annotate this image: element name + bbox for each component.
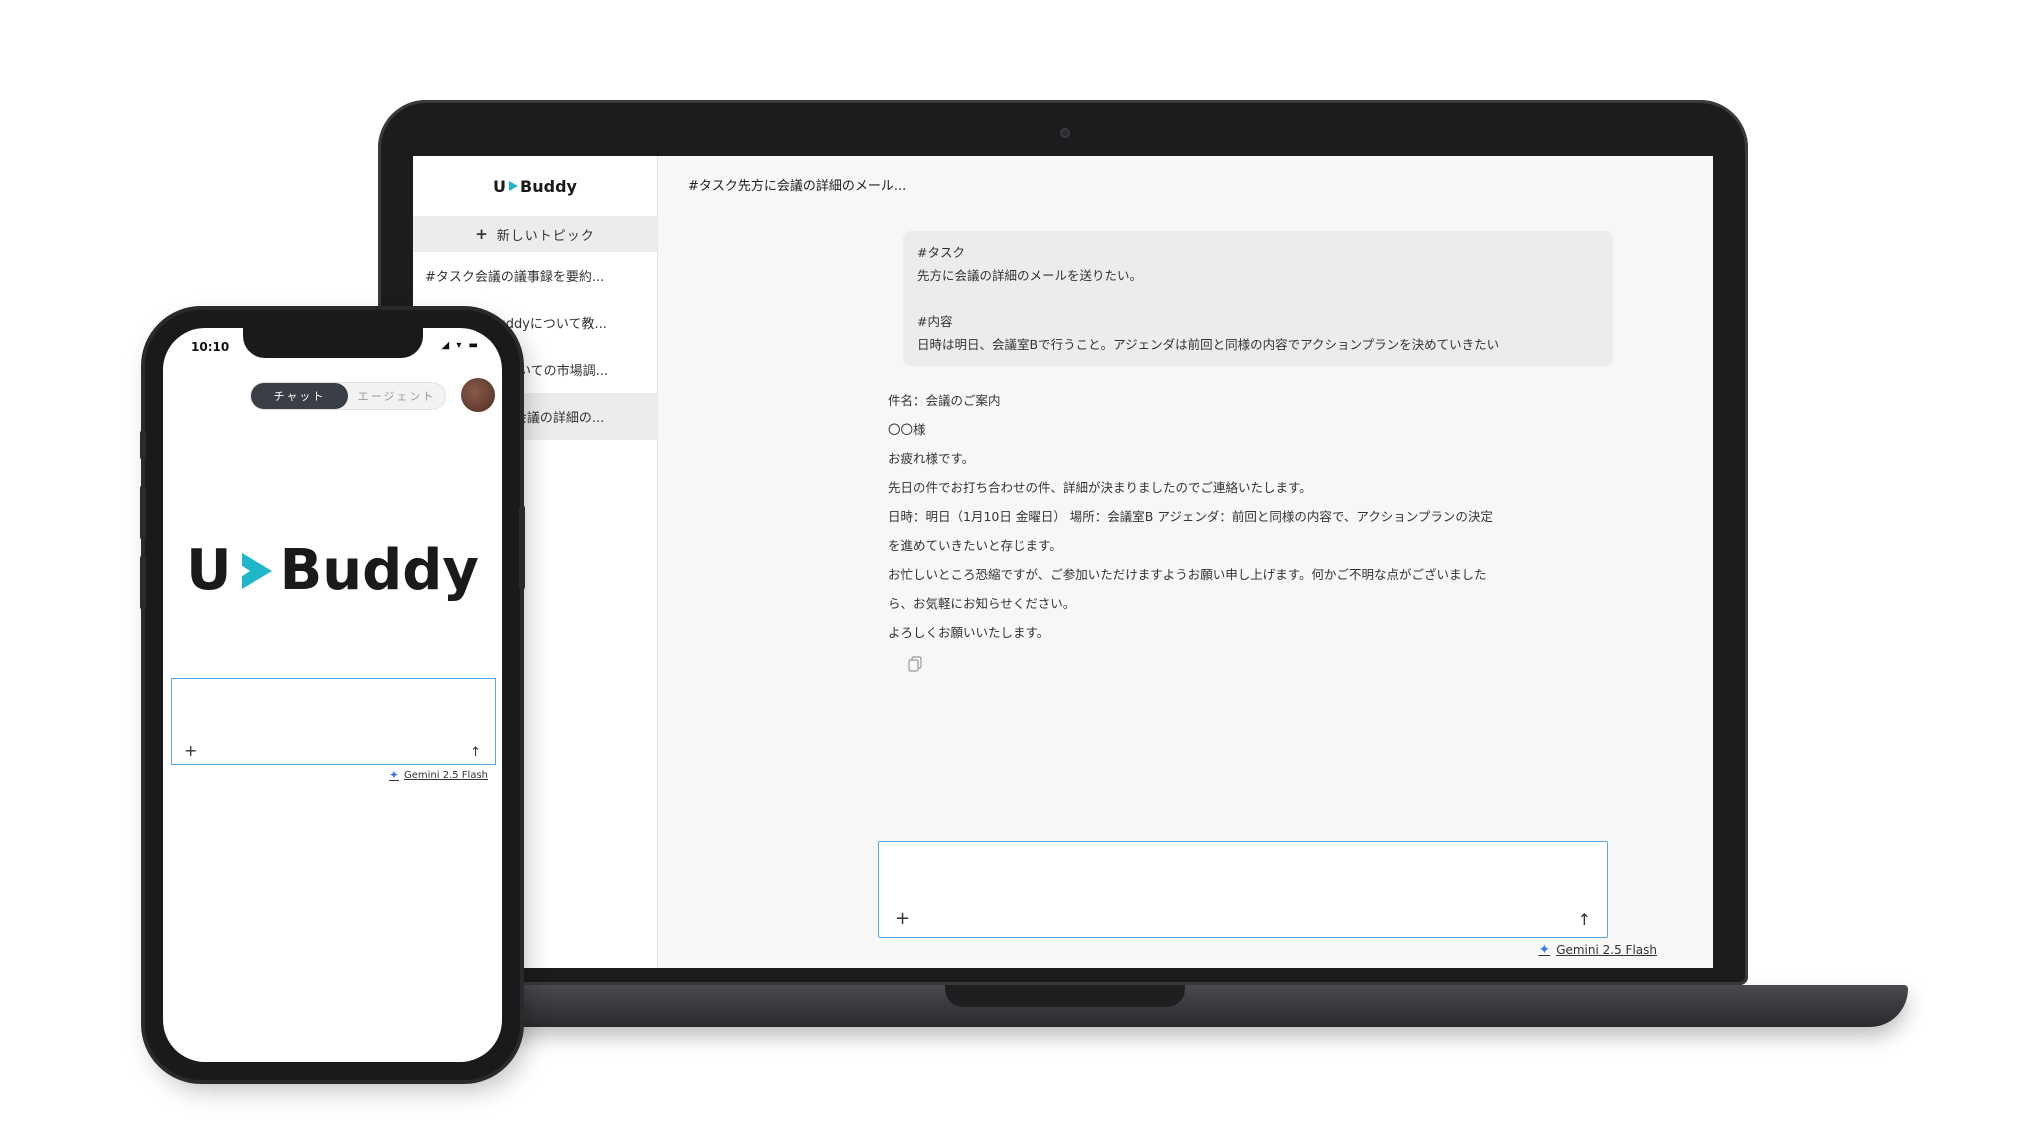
sidebar-logo: U Buddy xyxy=(413,156,657,216)
laptop-hinge-notch xyxy=(945,985,1185,1007)
model-selector[interactable]: ✦ Gemini 2.5 Flash xyxy=(1538,942,1657,958)
model-name: Gemini 2.5 Flash xyxy=(403,769,488,781)
ubuddy-logo-large: U Buddy xyxy=(163,538,502,603)
attach-plus-icon[interactable]: + xyxy=(184,741,197,760)
logo-letter: U xyxy=(493,176,507,196)
reply-line: 件名：会議のご案内 xyxy=(888,393,1001,408)
user-message-bubble: #タスク 先方に会議の詳細のメールを送りたい。 #内容 日時は明日、会議室Bで行… xyxy=(903,231,1613,366)
reply-line: お疲れ様です。 xyxy=(888,451,975,466)
reply-line: を進めていきたいと存じます。 xyxy=(888,538,1062,553)
new-topic-label: 新しいトピック xyxy=(496,228,595,244)
send-arrow-icon[interactable]: ↑ xyxy=(470,745,481,760)
mode-agent-button[interactable]: エージェント xyxy=(348,383,445,409)
user-message-line: 日時は明日、会議室Bで行うこと。アジェンダは前回と同様の内容でアクションプランを… xyxy=(917,337,1500,352)
laptop-screen: U Buddy + 新しいトピック #タスク会議の議事録を要約... #タスク … xyxy=(413,156,1713,968)
send-arrow-icon[interactable]: ↑ xyxy=(1578,910,1591,929)
chat-title: #タスク先方に会議の詳細のメール... xyxy=(658,156,1713,212)
logo-name: Buddy xyxy=(520,176,577,196)
chat-main: #タスク先方に会議の詳細のメール... #タスク 先方に会議の詳細のメールを送り… xyxy=(658,156,1713,968)
assistant-reply: 件名：会議のご案内 〇〇様 お疲れ様です。 先日の件でお打ち合わせの件、詳細が決… xyxy=(888,386,1618,647)
user-message-line: #タスク xyxy=(917,245,965,260)
phone-side-button xyxy=(140,555,146,610)
reply-line: ら、お気軽にお知らせください。 xyxy=(888,596,1076,611)
status-time: 10:10 xyxy=(191,340,230,354)
model-name: Gemini 2.5 Flash xyxy=(1556,943,1657,957)
copy-icon[interactable] xyxy=(908,656,922,672)
reply-line: お忙しいところ恐縮ですが、ご参加いただけますようお願い申し上げます。何かご不明な… xyxy=(888,567,1487,582)
mode-toggle: チャット エージェント xyxy=(250,382,446,410)
phone-message-input[interactable]: + ↑ xyxy=(171,678,496,765)
phone-screen: 10:10 ◢ ▾ ▬ チャット エージェント U Buddy + ↑ ✦ Ge… xyxy=(163,328,502,1062)
message-input[interactable]: + ↑ xyxy=(878,841,1608,938)
play-arrow-icon xyxy=(237,552,272,589)
status-icons: ◢ ▾ ▬ xyxy=(441,340,480,351)
attach-plus-icon[interactable]: + xyxy=(895,908,910,929)
plus-icon: + xyxy=(475,225,489,243)
reply-line: 先日の件でお打ち合わせの件、詳細が決まりましたのでご連絡いたします。 xyxy=(888,480,1312,495)
phone-power-button xyxy=(519,505,525,590)
avatar[interactable] xyxy=(461,378,495,412)
ubuddy-logo: U Buddy xyxy=(493,177,577,196)
phone-side-button xyxy=(140,430,146,460)
logo-name: Buddy xyxy=(279,538,479,603)
user-message-line: 先方に会議の詳細のメールを送りたい。 xyxy=(917,268,1143,283)
reply-line: よろしくお願いいたします。 xyxy=(888,625,1050,640)
camera-icon xyxy=(1060,128,1070,138)
sparkle-icon: ✦ xyxy=(1538,942,1551,958)
play-arrow-icon xyxy=(509,181,519,191)
mode-chat-button[interactable]: チャット xyxy=(251,383,348,409)
sparkle-icon: ✦ xyxy=(388,768,399,782)
phone-model-selector[interactable]: ✦ Gemini 2.5 Flash xyxy=(389,768,488,782)
reply-line: 日時：明日（1月10日 金曜日） 場所：会議室B アジェンダ：前回と同様の内容で… xyxy=(888,509,1493,524)
phone-side-button xyxy=(140,485,146,540)
phone-notch xyxy=(243,328,423,358)
user-message-line: #内容 xyxy=(917,314,953,329)
reply-line: 〇〇様 xyxy=(888,422,926,437)
logo-letter: U xyxy=(186,538,232,603)
new-topic-button[interactable]: + 新しいトピック xyxy=(413,216,657,252)
sidebar-item-topic-1[interactable]: #タスク会議の議事録を要約... xyxy=(413,252,657,299)
